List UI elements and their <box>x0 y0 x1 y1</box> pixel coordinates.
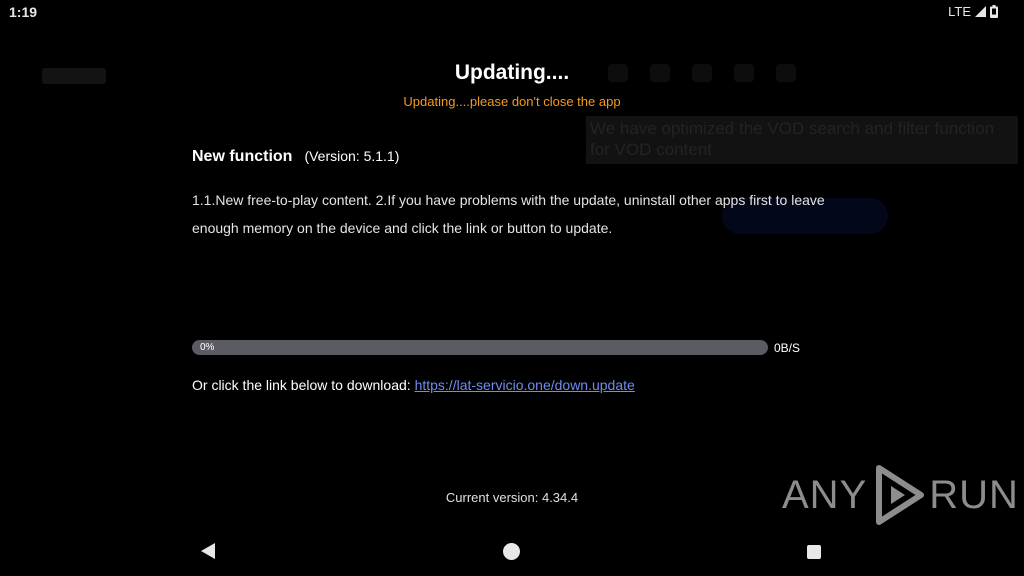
status-bar: 1:19 LTE <box>0 0 1024 24</box>
dialog-subtitle: Updating....please don't close the app <box>403 94 621 109</box>
progress-percent: 0% <box>200 342 215 353</box>
download-row: Or click the link below to download: htt… <box>192 377 635 393</box>
background-tooltip: We have optimized the VOD search and fil… <box>586 116 1018 164</box>
section-header: New function (Version: 5.1.1) <box>192 148 399 166</box>
status-icons: LTE <box>948 4 998 19</box>
play-logo-icon <box>876 465 925 525</box>
watermark-text-right: RUN <box>929 472 1019 517</box>
download-prefix: Or click the link below to download: <box>192 377 411 393</box>
network-type: LTE <box>948 4 971 19</box>
home-icon[interactable] <box>503 543 520 560</box>
status-time: 1:19 <box>9 4 38 20</box>
download-progress-bar: 0% <box>192 340 768 355</box>
changelog-text: 1.1.New free-to-play content. 2.If you h… <box>192 192 825 236</box>
back-icon[interactable] <box>199 542 217 560</box>
navigation-bar <box>0 528 1024 576</box>
update-screen: 1:19 LTE We have optimized the VOD searc… <box>0 0 1024 576</box>
version-label: (Version: 5.1.1) <box>304 148 400 164</box>
anyrun-watermark: ANY RUN <box>782 464 1019 526</box>
watermark-text-left: ANY <box>782 472 868 517</box>
signal-icon <box>975 6 986 17</box>
battery-icon <box>990 5 998 18</box>
download-link[interactable]: https://lat-servicio.one/down.update <box>415 377 635 393</box>
download-speed: 0B/S <box>774 341 801 355</box>
recents-icon[interactable] <box>807 545 821 559</box>
dialog-title: Updating.... <box>454 61 570 84</box>
new-function-title: New function <box>192 148 293 165</box>
